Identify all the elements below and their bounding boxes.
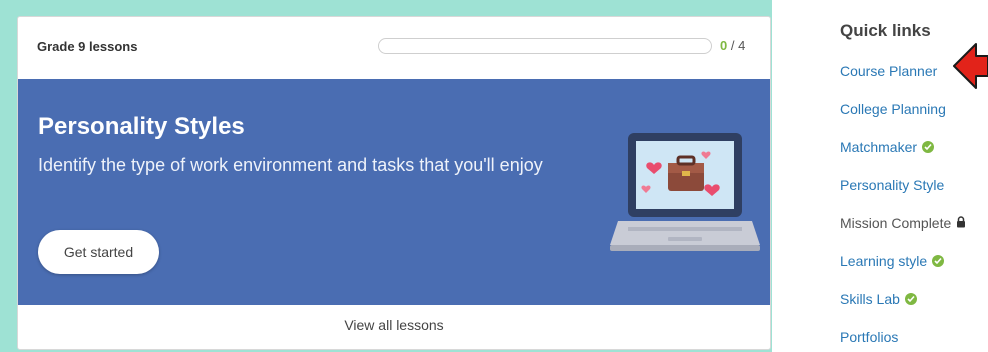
quick-link-college-planning[interactable]: College Planning bbox=[840, 101, 946, 117]
quick-link-portfolios[interactable]: Portfolios bbox=[840, 329, 898, 345]
quick-link-label: Mission Complete bbox=[840, 215, 952, 231]
quick-link-mission-complete[interactable]: Mission Complete bbox=[840, 215, 966, 231]
laptop-briefcase-hearts-icon bbox=[610, 133, 760, 251]
check-circle-icon bbox=[932, 255, 945, 267]
progress-completed: 0 bbox=[720, 38, 728, 53]
check-circle-icon bbox=[904, 293, 917, 305]
lessons-card-title: Grade 9 lessons bbox=[37, 39, 138, 54]
lesson-hero-banner: Personality Styles Identify the type of … bbox=[18, 79, 770, 305]
check-circle-icon bbox=[922, 141, 935, 153]
view-all-lessons-link[interactable]: View all lessons bbox=[18, 305, 770, 349]
quick-link-learning-style[interactable]: Learning style bbox=[840, 253, 945, 269]
quick-link-label: Skills Lab bbox=[840, 291, 900, 307]
quick-link-label: Matchmaker bbox=[840, 139, 918, 155]
lessons-progress-bar bbox=[378, 38, 712, 54]
lock-icon bbox=[956, 215, 966, 231]
quick-link-personality-style[interactable]: Personality Style bbox=[840, 177, 944, 193]
lessons-card-header: Grade 9 lessons 0 / 4 bbox=[18, 17, 770, 79]
quick-link-matchmaker[interactable]: Matchmaker bbox=[840, 139, 935, 155]
quick-link-label: Portfolios bbox=[840, 329, 899, 345]
red-arrow-left-icon bbox=[953, 43, 988, 89]
lessons-progress-count: 0 / 4 bbox=[720, 38, 745, 53]
quick-links-title: Quick links bbox=[840, 21, 931, 40]
progress-total: 4 bbox=[738, 38, 746, 53]
quick-link-label: Learning style bbox=[840, 253, 928, 269]
progress-separator: / bbox=[730, 38, 735, 53]
quick-link-label: Personality Style bbox=[840, 177, 945, 193]
lesson-description: Identify the type of work environment an… bbox=[38, 155, 543, 175]
get-started-button[interactable]: Get started bbox=[38, 230, 159, 274]
quick-link-skills-lab[interactable]: Skills Lab bbox=[840, 291, 917, 307]
lessons-card: Grade 9 lessons 0 / 4 Personality Styles… bbox=[17, 16, 771, 350]
quick-link-label: College Planning bbox=[840, 101, 946, 117]
lesson-title: Personality Styles bbox=[38, 113, 245, 140]
quick-link-label: Course Planner bbox=[840, 63, 938, 79]
quick-link-course-planner[interactable]: Course Planner bbox=[840, 63, 937, 79]
